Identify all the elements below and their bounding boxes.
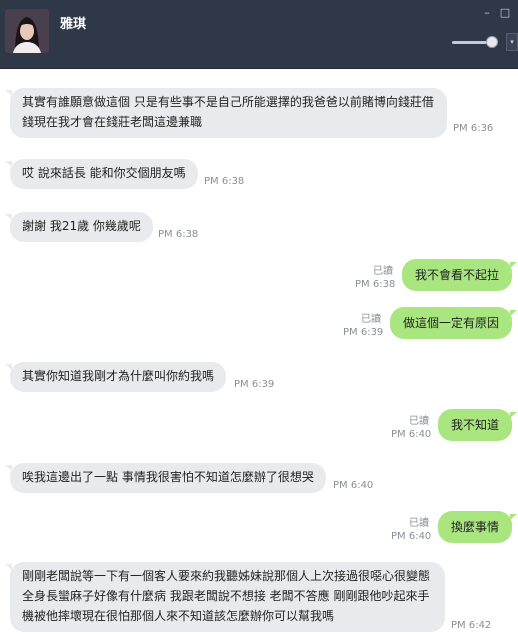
minimize-button[interactable]: – <box>480 6 494 20</box>
message-text: 哎 說來話長 能和你交個朋友嗎 <box>22 166 186 180</box>
message-bubble-outgoing[interactable]: 我不會看不起拉 <box>402 259 512 291</box>
read-receipt: 已讀 <box>373 266 393 277</box>
message-text: 做這個一定有原因 <box>402 316 499 330</box>
message-bubble-incoming[interactable]: 剛剛老闆說等一下有一個客人要來約我聽姊妹說那個人上次接過很噁心很變態 全身長蠻麻… <box>10 562 445 632</box>
message-bubble-incoming[interactable]: 哎 說來話長 能和你交個朋友嗎 <box>10 159 198 189</box>
message-bubble-incoming[interactable]: 謝謝 我21歲 你幾歲呢 <box>10 212 153 242</box>
message-text-line: 全身長蠻麻子好像有什麼病 我跟老闆說不想接 老闆不答應 剛剛跟他吵起來手 <box>22 589 430 603</box>
chat-header: 雅琪 – □ ▾ <box>0 0 518 69</box>
message-time: PM 6:36 <box>453 123 494 134</box>
message-time: PM 6:42 <box>451 620 492 631</box>
read-receipt: 已讀 <box>409 416 429 427</box>
message-time: PM 6:38 <box>204 176 245 187</box>
message-text-line: 錢現在我才會在錢莊老闆這邊兼職 <box>22 115 203 129</box>
maximize-button[interactable]: □ <box>498 6 512 20</box>
message-text: 我不會看不起拉 <box>414 268 499 282</box>
bubble-tail <box>510 310 517 316</box>
avatar-image <box>5 9 49 53</box>
message-bubble-incoming[interactable]: 其實你知道我剛才為什麼叫你約我嗎 <box>10 362 227 392</box>
message-time: PM 6:40 <box>333 480 374 491</box>
message-time: PM 6:40 <box>391 429 432 440</box>
volume-dropdown-button[interactable]: ▾ <box>506 33 518 51</box>
message-text: 唉我這邊出了一點 事情我很害怕不知道怎麼辦了很想哭 <box>22 470 314 484</box>
message-bubble-outgoing[interactable]: 做這個一定有原因 <box>390 307 512 339</box>
message-time: PM 6:38 <box>355 279 396 290</box>
message-text-line: 其實有誰願意做這個 只是有些事不是自己所能選擇的我爸爸以前賭博向錢莊借 <box>22 95 434 109</box>
volume-knob[interactable] <box>485 36 498 48</box>
message-list[interactable]: 其實有誰願意做這個 只是有些事不是自己所能選擇的我爸爸以前賭博向錢莊借 錢現在我… <box>0 69 518 634</box>
contact-avatar[interactable] <box>5 9 49 53</box>
message-bubble-outgoing[interactable]: 我不知道 <box>438 409 512 441</box>
message-text: 換麼事情 <box>450 520 499 534</box>
bubble-tail <box>510 412 517 418</box>
message-text: 我不知道 <box>450 418 499 432</box>
message-time: PM 6:39 <box>234 379 275 390</box>
message-bubble-outgoing[interactable]: 換麼事情 <box>438 511 512 543</box>
message-time: PM 6:39 <box>343 327 384 338</box>
read-receipt: 已讀 <box>361 314 381 325</box>
bubble-tail <box>510 514 517 520</box>
message-bubble-incoming[interactable]: 唉我這邊出了一點 事情我很害怕不知道怎麼辦了很想哭 <box>10 463 326 493</box>
message-text: 謝謝 我21歲 你幾歲呢 <box>22 219 141 233</box>
message-text-line: 剛剛老闆說等一下有一個客人要來約我聽姊妹說那個人上次接過很噁心很變態 <box>22 569 431 583</box>
message-time: PM 6:38 <box>158 229 199 240</box>
message-text: 其實你知道我剛才為什麼叫你約我嗎 <box>22 369 215 383</box>
read-receipt: 已讀 <box>409 518 429 529</box>
message-bubble-incoming[interactable]: 其實有誰願意做這個 只是有些事不是自己所能選擇的我爸爸以前賭博向錢莊借 錢現在我… <box>10 88 447 138</box>
bubble-tail <box>510 262 517 268</box>
message-time: PM 6:40 <box>391 531 432 542</box>
contact-name: 雅琪 <box>60 17 87 32</box>
message-text-line: 機被他摔壞現在很怕那個人來不知道該怎麼辦你可以幫我嗎 <box>22 609 335 623</box>
